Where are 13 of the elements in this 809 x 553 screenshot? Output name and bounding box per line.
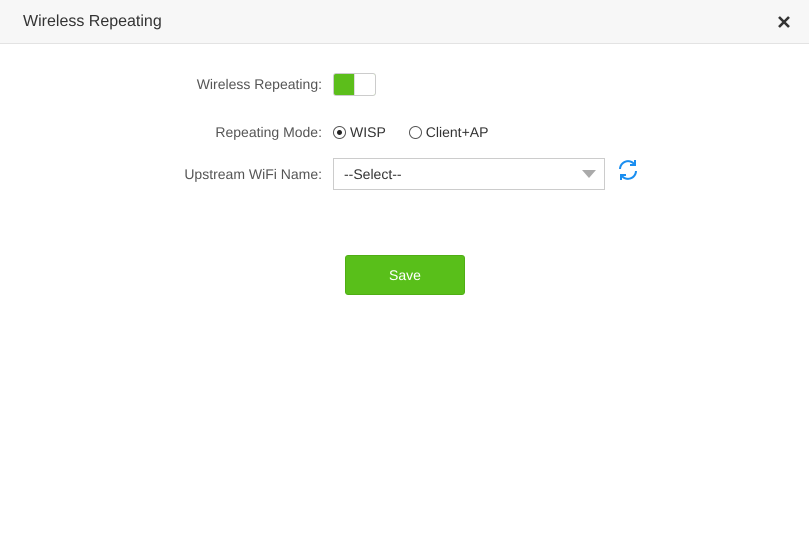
radio-label[interactable]: WISP (350, 122, 386, 142)
radio-button[interactable] (333, 126, 346, 138)
radio-label[interactable]: Client+AP (426, 122, 488, 142)
field-label: Upstream WiFi Name: (183, 164, 323, 184)
dropdown-caret-icon (582, 170, 596, 178)
window-title: Wireless Repeating (23, 12, 162, 32)
field-label: Wireless Repeating: (196, 74, 323, 94)
refresh-icon[interactable] (616, 158, 640, 182)
toggle-switch[interactable] (333, 72, 376, 96)
close-icon (777, 14, 791, 28)
select-field[interactable]: --Select-- (333, 158, 605, 190)
radio-button[interactable] (408, 126, 422, 138)
field-label: Repeating Mode: (214, 122, 323, 142)
